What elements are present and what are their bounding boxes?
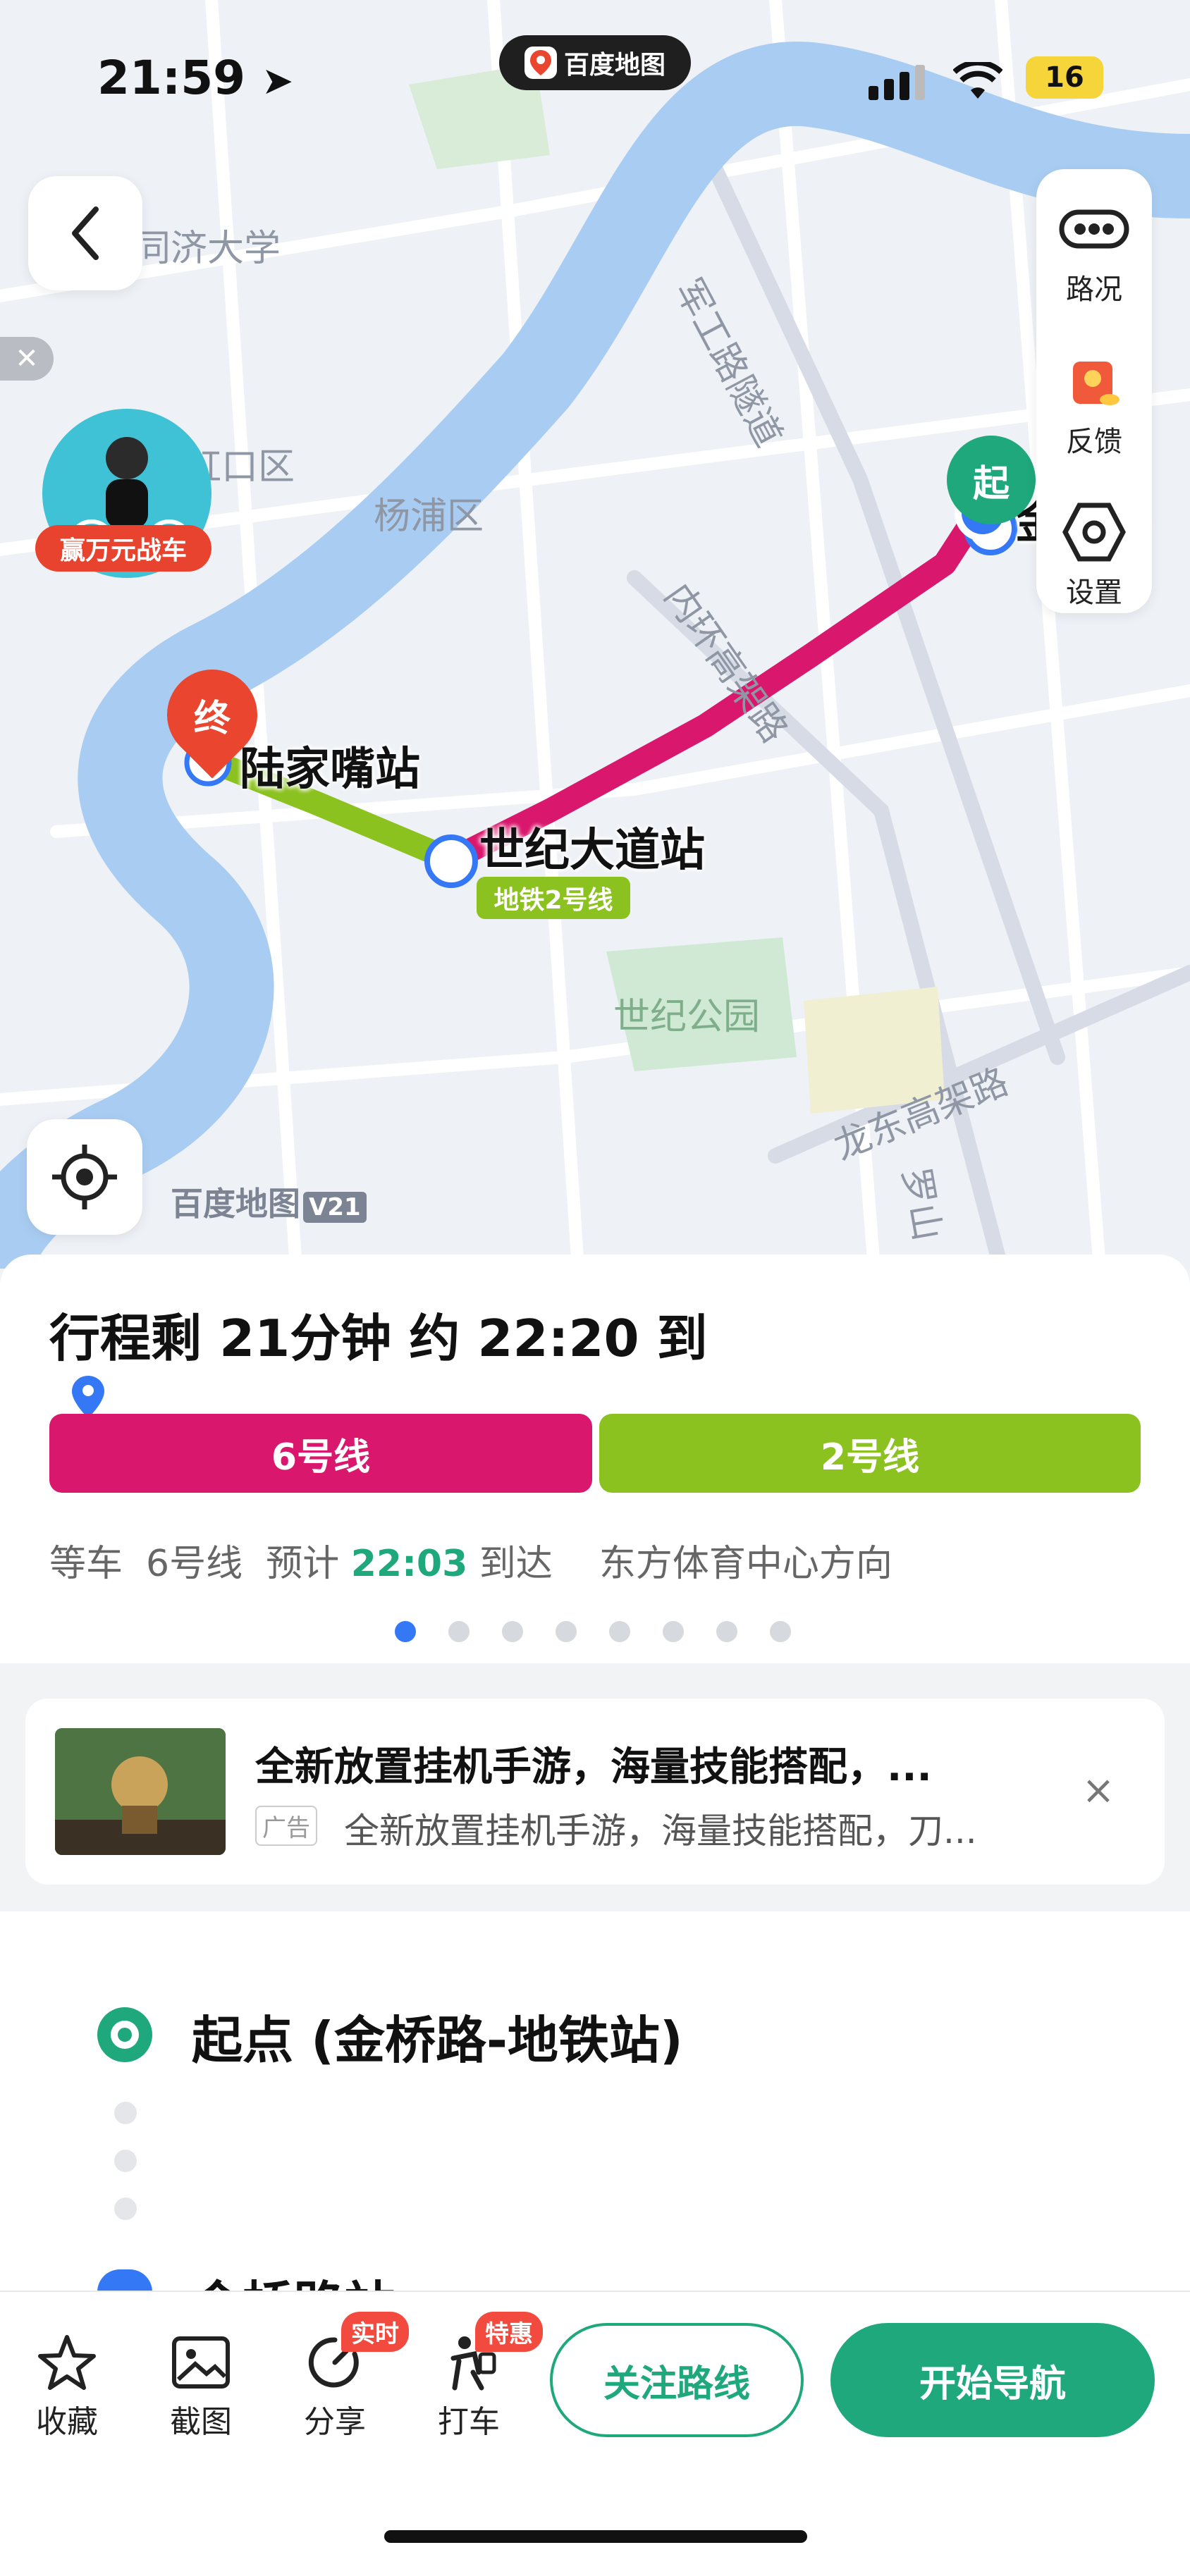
red-envelope-icon (1059, 350, 1129, 413)
share-realtime-badge: 实时 (341, 2312, 409, 2352)
promo-tag: 赢万元战车 (35, 525, 211, 572)
traffic-label: 路况 (1066, 273, 1122, 306)
screenshot-label: 截图 (170, 2404, 232, 2440)
star-icon (14, 2329, 120, 2396)
map-canvas (0, 0, 1190, 1269)
follow-route-button[interactable]: 关注路线 (550, 2323, 804, 2437)
feedback-label: 反馈 (1066, 426, 1122, 458)
page-dot[interactable] (395, 1621, 416, 1642)
page-dot[interactable] (448, 1621, 470, 1642)
map-label-tongji: 同济大学 (134, 228, 281, 270)
chevron-left-icon (72, 207, 99, 260)
ad-game-thumbnail (55, 1728, 226, 1855)
watermark-version: V21 (303, 1192, 367, 1223)
map-label-yangpu: 杨浦区 (374, 495, 484, 538)
traffic-icon (1059, 197, 1129, 261)
current-position-marker-icon (72, 1376, 104, 1418)
transfer-station-label[interactable]: 世纪大道站 (479, 814, 705, 879)
origin-label[interactable]: 起点 (金桥路-地铁站) (192, 1999, 683, 2073)
end-pin[interactable]: 终 (167, 670, 257, 760)
taxi-button[interactable]: 特惠 打车 (416, 2312, 543, 2441)
origin-marker-icon (97, 2007, 152, 2062)
settings-hexagon-icon (1059, 500, 1129, 564)
map-label-century-park: 世纪公园 (613, 996, 761, 1038)
favorite-label: 收藏 (36, 2404, 98, 2440)
page-indicator[interactable] (395, 1621, 791, 1642)
back-button[interactable] (28, 176, 142, 290)
cellular-signal-icon (869, 65, 932, 103)
share-button[interactable]: 实时 分享 (282, 2312, 409, 2441)
page-dot[interactable] (502, 1621, 523, 1642)
map-side-panel: 路况 反馈 设置 (1036, 169, 1152, 613)
location-arrow-icon: ➤ (262, 58, 294, 103)
page-dot[interactable] (716, 1621, 737, 1642)
close-icon: ✕ (15, 343, 39, 375)
image-icon (148, 2329, 254, 2396)
watermark-text: 百度地图 (171, 1185, 300, 1223)
start-pin[interactable]: 起 (947, 436, 1036, 524)
app-name: 百度地图 (563, 51, 665, 80)
share-label: 分享 (304, 2404, 366, 2440)
trip-title: 行程剩 21分钟 约 22:20 到 (49, 1309, 708, 1368)
wait-prefix: 等车 6号线 预计 (49, 1543, 340, 1585)
wait-suffix: 到达 东方体育中心方向 (479, 1543, 892, 1585)
ad-title: 全新放置挂机手游，海量技能搭配，... (255, 1744, 932, 1790)
battery-indicator: 16 (1026, 56, 1103, 99)
page-dot[interactable] (609, 1621, 630, 1642)
page-dot[interactable] (663, 1621, 684, 1642)
home-indicator[interactable] (384, 2530, 807, 2543)
map-watermark: 百度地图 V21 (171, 1178, 367, 1225)
baidu-map-logo-icon (524, 47, 557, 79)
wifi-icon (952, 59, 1003, 104)
map-view[interactable]: 同济大学 虹口区 杨浦区 世纪公园 军工路隧道 内环高架路 龙东高架路 罗山 陆… (0, 0, 1190, 1269)
app-indicator-pill[interactable]: 百度地图 (499, 35, 691, 90)
segment-line-6[interactable]: 6号线 (49, 1414, 592, 1493)
next-stop-label[interactable]: 金桥路站 (192, 2264, 395, 2292)
route-connector-dot (114, 2198, 137, 2220)
close-icon: × (1081, 1767, 1115, 1813)
settings-label: 设置 (1066, 577, 1122, 609)
promo-banner[interactable]: 赢万元战车 (35, 409, 211, 585)
page-dot[interactable] (770, 1621, 791, 1642)
settings-button[interactable]: 设置 (1036, 500, 1152, 610)
ad-close-button[interactable]: × (1077, 1767, 1120, 1813)
taxi-label: 打车 (438, 2404, 500, 2440)
line-2-badge: 地铁2号线 (477, 877, 630, 919)
favorite-button[interactable]: 收藏 (14, 2329, 120, 2441)
arrival-time: 22:03 (350, 1543, 468, 1585)
crosshair-icon (52, 1145, 117, 1209)
promo-close-button[interactable]: ✕ (0, 337, 54, 381)
route-connector-dot (114, 2102, 137, 2124)
traffic-button[interactable]: 路况 (1036, 197, 1152, 307)
page-dot[interactable] (556, 1621, 577, 1642)
ad-subtitle: 全新放置挂机手游，海量技能搭配，刀... (344, 1811, 977, 1851)
screenshot-button[interactable]: 截图 (148, 2329, 254, 2441)
start-navigation-button[interactable]: 开始导航 (830, 2323, 1155, 2437)
end-station-label[interactable]: 陆家嘴站 (240, 733, 420, 798)
wait-info: 等车 6号线 预计 22:03 到达 东方体育中心方向 (49, 1534, 892, 1586)
status-time-text: 21:59 (97, 51, 246, 105)
ad-label-tag: 广告 (255, 1806, 317, 1846)
route-connector-dot (114, 2150, 137, 2172)
taxi-discount-badge: 特惠 (475, 2312, 543, 2352)
segment-line-2[interactable]: 2号线 (599, 1414, 1141, 1493)
status-time: 21:59 ➤ (97, 51, 293, 105)
feedback-button[interactable]: 反馈 (1036, 350, 1152, 460)
locate-me-button[interactable] (27, 1119, 142, 1235)
